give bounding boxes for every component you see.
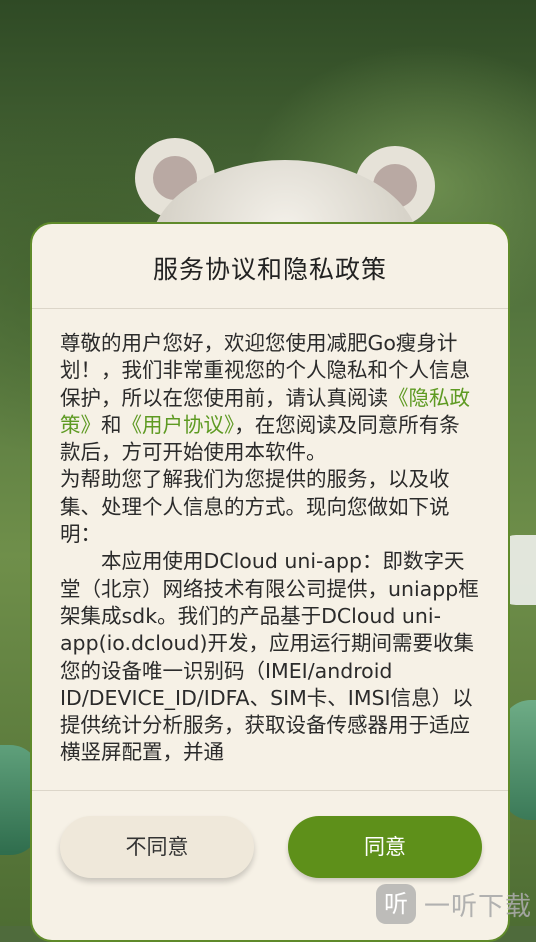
privacy-dialog: 服务协议和隐私政策 尊敬的用户您好，欢迎您使用减肥Go瘦身计划！，我们非常重视您…	[30, 222, 510, 942]
user-agreement-link[interactable]: 《用户协议》	[122, 413, 235, 437]
watermark-text: 一听下载	[424, 892, 533, 922]
service-explanation-paragraph: 为帮助您了解我们为您提供的服务，以及收集、处理个人信息的方式。现向您做如下说明：	[60, 467, 450, 547]
dialog-title: 服务协议和隐私政策	[32, 224, 508, 309]
intro-paragraph: 尊敬的用户您好，欢迎您使用减肥Go瘦身计划！，我们非常重视您的个人隐私和个人信息…	[60, 330, 480, 466]
sdk-disclosure-paragraph: 本应用使用DCloud uni-app：即数字天堂（北京）网络技术有限公司提供，…	[60, 549, 479, 765]
watermark-logo-icon: 听	[376, 884, 416, 924]
dialog-content[interactable]: 尊敬的用户您好，欢迎您使用减肥Go瘦身计划！，我们非常重视您的个人隐私和个人信息…	[32, 310, 508, 770]
watermark: 听 一听下载	[376, 882, 536, 926]
intro-conj: 和	[101, 412, 122, 437]
button-divider	[32, 790, 508, 791]
disagree-button[interactable]: 不同意	[60, 816, 254, 878]
agree-button[interactable]: 同意	[288, 816, 482, 878]
